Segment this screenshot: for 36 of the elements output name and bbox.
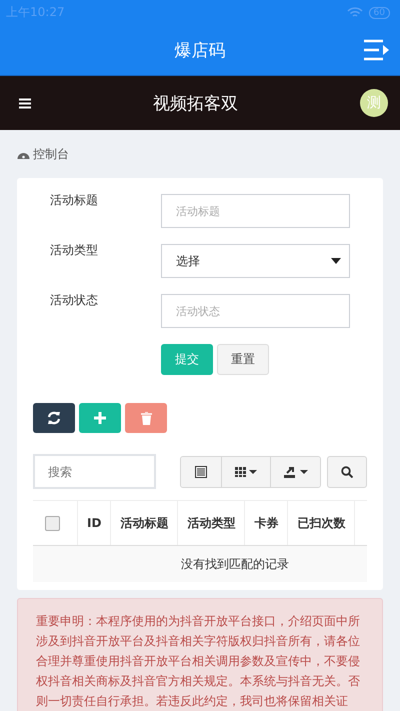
columns-button[interactable] [221,456,270,486]
menu-icon[interactable] [19,98,31,108]
caret-icon [331,258,341,264]
view-toggle-button[interactable] [181,456,221,486]
reset-button[interactable]: 重置 [217,344,269,375]
search-button[interactable] [327,456,367,488]
column-header: 活动类型 [187,514,236,532]
export-icon [284,466,308,478]
column-header: 活动标题 [120,514,168,532]
input-field[interactable]: 活动状态 [161,294,350,328]
checkbox[interactable] [45,516,60,530]
field-label: 活动状态 [49,292,99,309]
refresh-button[interactable] [33,403,75,433]
empty-message: 没有找到匹配的记录 [181,556,289,572]
wifi-icon [346,6,363,18]
field-label: 活动标题 [49,192,99,209]
list-icon [195,466,207,478]
column-header: ID [87,516,102,530]
column-header: 已扫次数 [297,514,346,532]
notice-text: 重要申明：本程序使用的为抖音开放平台接口，介绍页面中所涉及到抖音开放平台及抖音相关字符版权归抖音所有，请各位合理并尊重使用抖音开放平台相关调用参数及宣传中，不要侵权抖音相关商标及抖音官方相关规定。本系统与抖音无关。否则一切责任自行承担。若违反此约定，我司也将保留相关证 [36,613,361,710]
export-button[interactable] [270,456,320,486]
plus-icon [94,412,106,424]
grid-icon [235,466,257,476]
field-label: 活动类型 [49,242,99,259]
search-icon [341,466,353,478]
trash-icon [140,412,152,424]
page-title: 视频拓客双 [152,92,239,114]
column-header: 卡券 [254,514,278,532]
input-field[interactable]: 活动标题 [161,194,350,228]
breadcrumb[interactable]: 控制台 [33,146,69,163]
status-time: 上午10:27 [6,4,65,21]
select-field[interactable]: 选择 [161,244,350,278]
battery-level: 60 [368,6,390,18]
search-field[interactable]: 搜索 [33,454,156,489]
refresh-icon [47,411,61,425]
app-title: 爆店码 [174,40,226,62]
